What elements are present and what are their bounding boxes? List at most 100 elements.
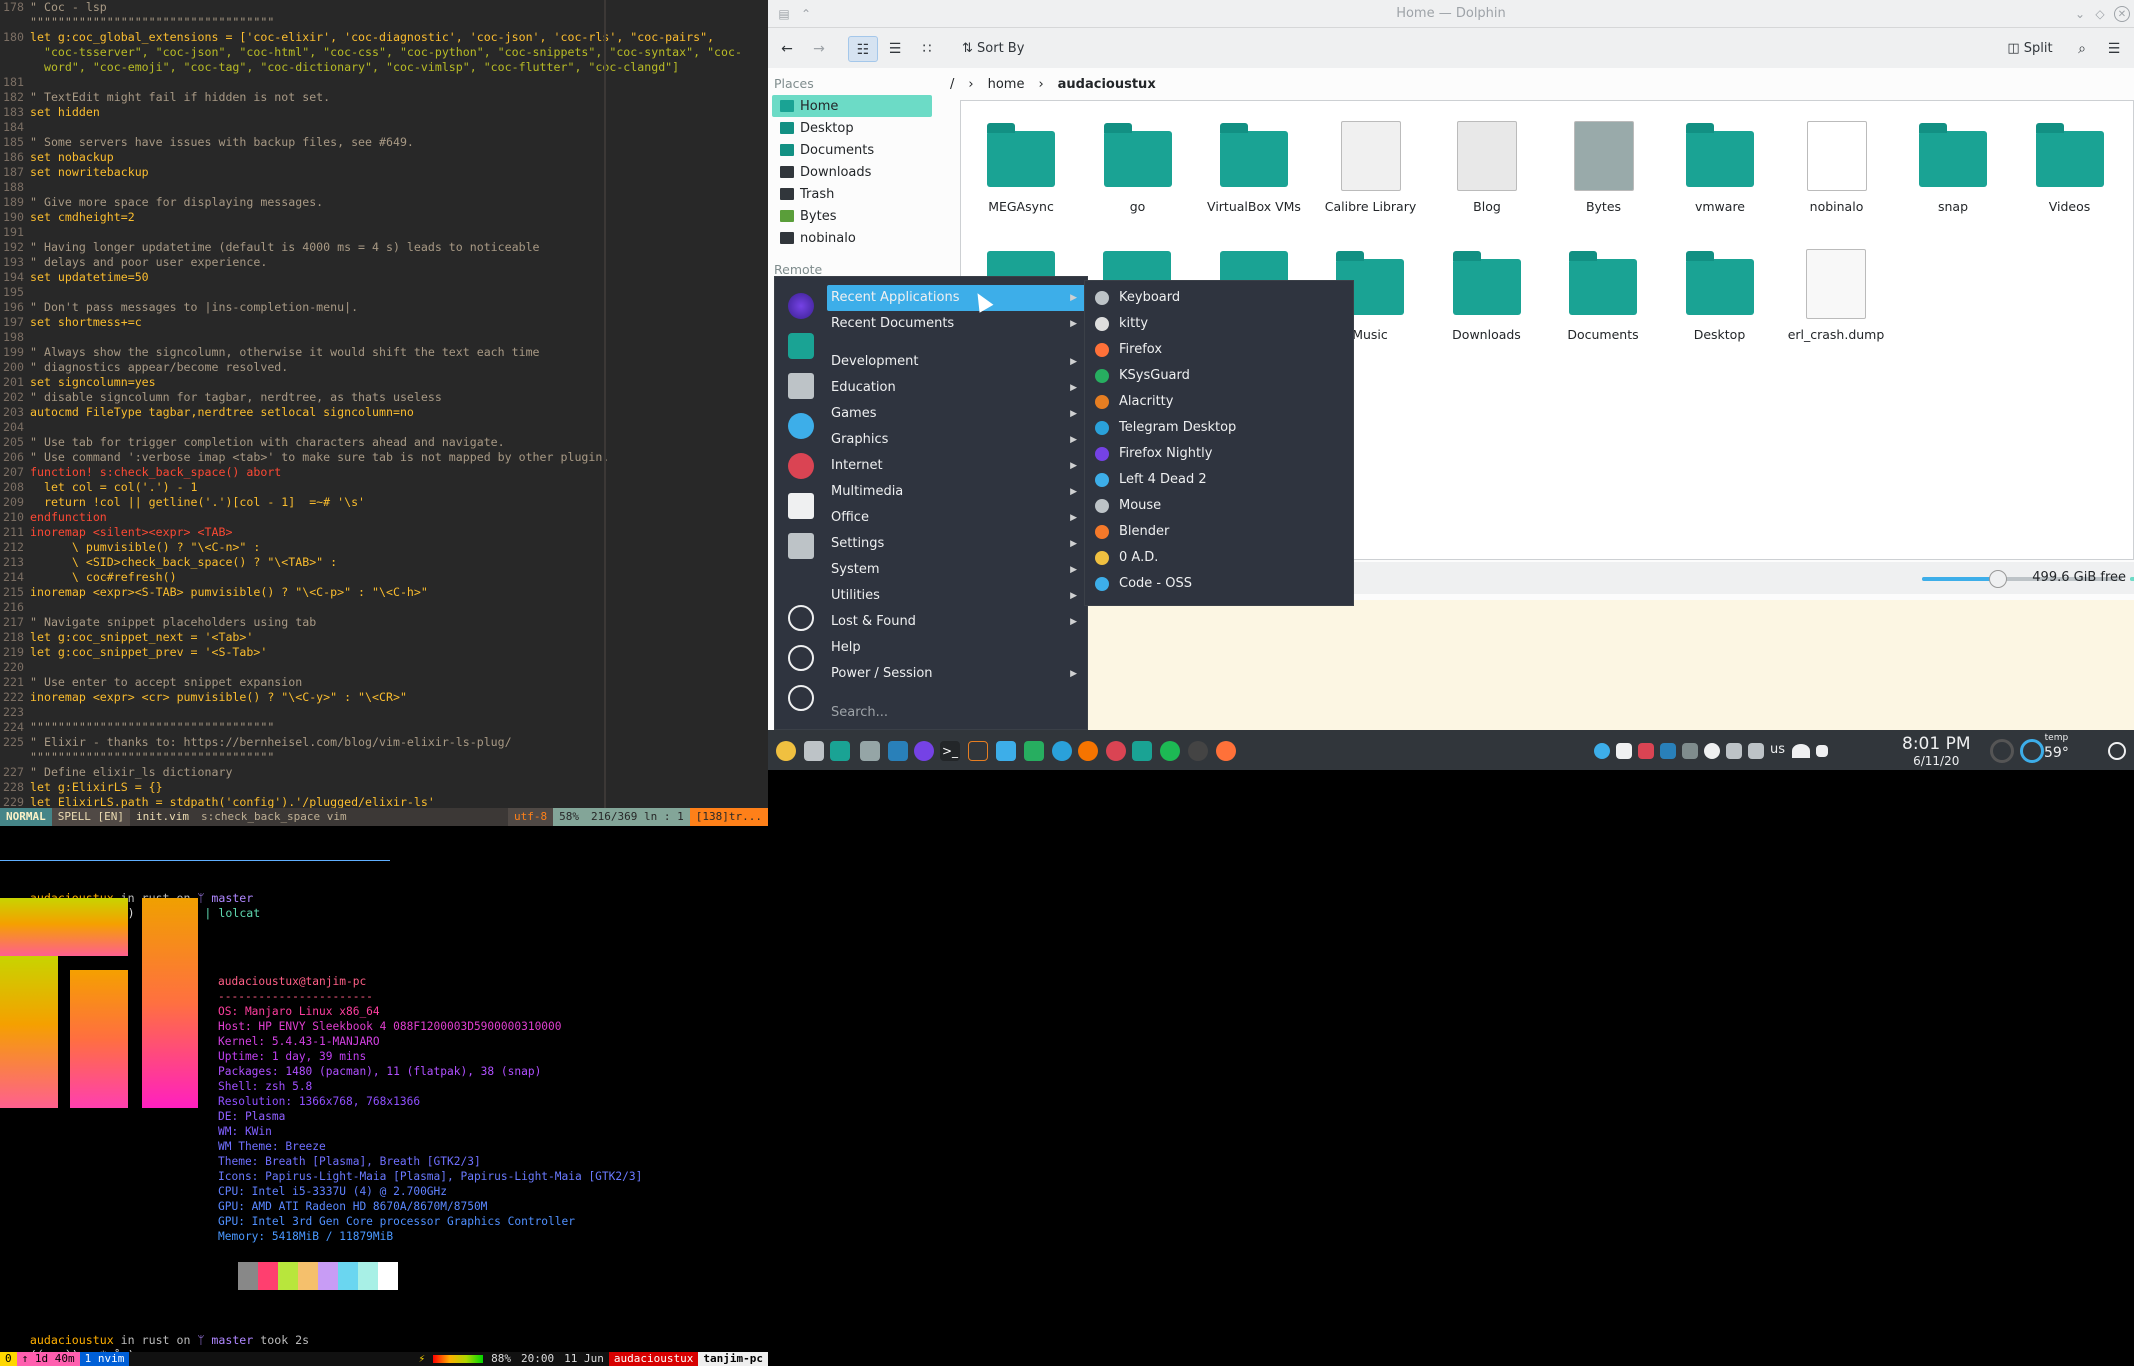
kde-settings-icon[interactable]: [788, 413, 814, 439]
recent-app-item[interactable]: Blender: [1095, 519, 1169, 545]
memory-monitor-icon[interactable]: [2020, 739, 2044, 763]
menu-category[interactable]: Graphics ▶: [827, 427, 1087, 453]
linux-tux-icon[interactable]: [776, 741, 796, 761]
code-line[interactable]: 222 inoremap <expr> <cr> pumvisible() ? "…: [0, 690, 768, 705]
clock[interactable]: 8:01 PM 6/11/20: [1902, 734, 1971, 768]
menu-category[interactable]: Power / Session ▶: [827, 661, 1087, 687]
application-menu[interactable]: Recent Applications ▶ Recent Documents ▶ Dev…: [774, 276, 1088, 730]
info-tray-icon[interactable]: [1594, 743, 1610, 759]
file-item[interactable]: Bytes: [1548, 117, 1660, 214]
telegram-icon[interactable]: [1052, 741, 1072, 761]
menu-category[interactable]: Settings ▶: [827, 531, 1087, 557]
wifi-icon[interactable]: [1792, 744, 1810, 758]
places-item-desktop[interactable]: Desktop: [772, 117, 932, 139]
code-line[interactable]: 201 set signcolumn=yes: [0, 375, 768, 390]
location-tray-icon[interactable]: [1704, 743, 1720, 759]
code-line[interactable]: 193 " delays and poor user experience.: [0, 255, 768, 270]
expand-tray-icon[interactable]: [1816, 745, 1828, 757]
book-icon[interactable]: [1132, 741, 1152, 761]
code-line[interactable]: 211 inoremap <silent><expr> <TAB>: [0, 525, 768, 540]
code-line[interactable]: 178 " Coc - lsp: [0, 0, 768, 15]
firefox-nightly-task-icon[interactable]: [914, 741, 934, 761]
file-item[interactable]: Videos: [2014, 117, 2126, 214]
recent-app-item[interactable]: kitty: [1095, 311, 1148, 337]
code-line[interactable]: 183 set hidden: [0, 105, 768, 120]
zoom-handle[interactable]: [1989, 570, 2007, 588]
code-line[interactable]: 196 " Don't pass messages to |ins-complet…: [0, 300, 768, 315]
menu-category[interactable]: Internet ▶: [827, 453, 1087, 479]
code-line[interactable]: "coc-tsserver", "coc-json", "coc-html", …: [0, 45, 768, 60]
shield-icon[interactable]: [996, 741, 1016, 761]
details-view-icon[interactable]: ☰: [882, 36, 908, 62]
file-item[interactable]: vmware: [1664, 117, 1776, 214]
logout-icon[interactable]: [788, 605, 814, 631]
code-line[interactable]: 185 " Some servers have issues with backu…: [0, 135, 768, 150]
file-item[interactable]: MEGAsync: [965, 117, 1077, 214]
code-line[interactable]: word", "coc-emoji", "coc-tag", "coc-dict…: [0, 60, 768, 75]
code-line[interactable]: 210 endfunction: [0, 510, 768, 525]
code-line[interactable]: 187 set nowritebackup: [0, 165, 768, 180]
code-line[interactable]: 212 \ pumvisible() ? "\<C-n>" :: [0, 540, 768, 555]
code-line[interactable]: 188: [0, 180, 768, 195]
places-item-nobinalo[interactable]: nobinalo: [772, 227, 932, 249]
cpu-monitor-icon[interactable]: [1990, 739, 2014, 763]
minimize-icon[interactable]: ⌄: [2072, 6, 2088, 22]
firefox-nightly-icon[interactable]: [788, 293, 814, 319]
places-item-home[interactable]: Home: [772, 95, 932, 117]
code-line[interactable]: 199 " Always show the signcolumn, otherwi…: [0, 345, 768, 360]
crumb-home[interactable]: home: [988, 77, 1025, 92]
forward-icon[interactable]: →: [806, 36, 832, 62]
maximize-icon[interactable]: ◇: [2092, 6, 2108, 22]
file-item[interactable]: Documents: [1547, 245, 1659, 342]
close-icon[interactable]: ✕: [2114, 6, 2130, 22]
menu-category[interactable]: Help: [827, 635, 1087, 661]
tmux-window[interactable]: 1 nvim: [79, 1352, 130, 1366]
code-line[interactable]: 205 " Use tab for trigger completion with…: [0, 435, 768, 450]
recent-app-item[interactable]: Firefox: [1095, 337, 1162, 363]
code-line[interactable]: 180 let g:coc_global_extensions = ['coc-e…: [0, 30, 768, 45]
clipboard-tray-icon[interactable]: [1682, 743, 1698, 759]
code-line[interactable]: 217 " Navigate snippet placeholders using…: [0, 615, 768, 630]
notes-icon[interactable]: [888, 741, 908, 761]
recent-app-item[interactable]: KSysGuard: [1095, 363, 1190, 389]
code-line[interactable]: 220: [0, 660, 768, 675]
code-line[interactable]: 228 let g:ElixirLS = {}: [0, 780, 768, 795]
menu-category[interactable]: Utilities ▶: [827, 583, 1087, 609]
code-line[interactable]: 184: [0, 120, 768, 135]
code-line[interactable]: 186 set nobackup: [0, 150, 768, 165]
code-line[interactable]: 191: [0, 225, 768, 240]
menu-category[interactable]: Games ▶: [827, 401, 1087, 427]
dolphin-titlebar[interactable]: ▤ ⌃ Home — Dolphin ⌄ ◇ ✕: [768, 0, 2134, 28]
code-line[interactable]: 181: [0, 75, 768, 90]
code-line[interactable]: 213 \ <SID>check_back_space() ? "\<TAB>"…: [0, 555, 768, 570]
dolphin-task-icon[interactable]: [860, 741, 880, 761]
split-button[interactable]: ◫ Split: [2002, 36, 2058, 62]
code-line[interactable]: 219 let g:coc_snippet_prev = '<S-Tab>': [0, 645, 768, 660]
recent-app-item[interactable]: Mouse: [1095, 493, 1161, 519]
restart-icon[interactable]: [788, 645, 814, 671]
recent-app-item[interactable]: Left 4 Dead 2: [1095, 467, 1207, 493]
file-item[interactable]: erl_crash.dump: [1780, 245, 1892, 342]
code-line[interactable]: 221 " Use enter to accept snippet expansi…: [0, 675, 768, 690]
desktop-icon[interactable]: [804, 741, 824, 761]
spotify-icon[interactable]: [1160, 741, 1180, 761]
places-item-trash[interactable]: Trash: [772, 183, 932, 205]
recent-app-item[interactable]: Telegram Desktop: [1095, 415, 1236, 441]
code-line[interactable]: 197 set shortmess+=c: [0, 315, 768, 330]
crumb-current[interactable]: audacioustux: [1058, 77, 1156, 92]
code-line[interactable]: 216: [0, 600, 768, 615]
menu-category[interactable]: Lost & Found ▶: [827, 609, 1087, 635]
file-item[interactable]: Blog: [1431, 117, 1543, 214]
alacritty-task-icon[interactable]: [968, 741, 988, 761]
compact-view-icon[interactable]: ∷: [914, 36, 940, 62]
code-line[interactable]: 227 " Define elixir_ls dictionary: [0, 765, 768, 780]
code-line[interactable]: 225 " Elixir - thanks to: https://bernhei…: [0, 735, 768, 750]
weather-widget[interactable]: temp 59°: [2044, 732, 2069, 762]
menu-category[interactable]: Office ▶: [827, 505, 1087, 531]
recent-app-item[interactable]: Firefox Nightly: [1095, 441, 1212, 467]
code-line[interactable]: 204: [0, 420, 768, 435]
menu-category[interactable]: Recent Applications ▶: [827, 285, 1087, 311]
recent-app-item[interactable]: Keyboard: [1095, 285, 1180, 311]
code-line[interactable]: 206 " Use command ':verbose imap <tab>' t…: [0, 450, 768, 465]
updates-tray-icon[interactable]: [1660, 743, 1676, 759]
